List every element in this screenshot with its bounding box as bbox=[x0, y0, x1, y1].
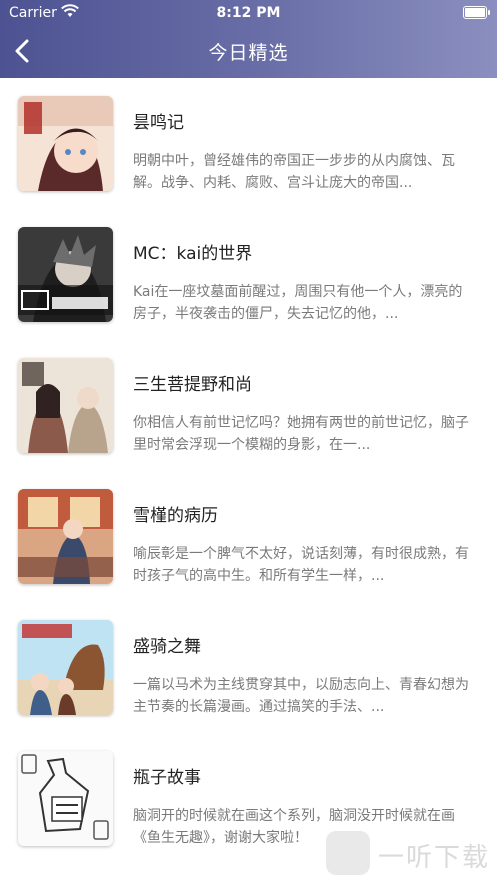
cover-image bbox=[18, 358, 113, 453]
page-title: 今日精选 bbox=[208, 42, 289, 64]
watermark-text: 一听下载 bbox=[378, 843, 491, 873]
cover-image bbox=[18, 620, 113, 715]
list-item[interactable]: 昙鸣记 明朝中叶，曾经雄伟的帝国正一步步的从内腐蚀、瓦解。战争、内耗、腐败、宫斗… bbox=[0, 78, 497, 209]
cover-image bbox=[18, 751, 113, 846]
status-bar: Carrier 8:12 PM bbox=[0, 0, 497, 26]
battery-icon bbox=[463, 6, 490, 19]
clock: 8:12 PM bbox=[216, 5, 281, 21]
item-title: 昙鸣记 bbox=[133, 113, 184, 133]
item-title: 瓶子故事 bbox=[133, 768, 201, 788]
list-item[interactable]: MC：kai的世界 Kai在一座坟墓面前醒过，周围只有他一个人，漂亮的房子，半夜… bbox=[0, 209, 497, 340]
list-item[interactable]: 盛骑之舞 一篇以马术为主线贯穿其中，以励志向上、青春幻想为主节奏的长篇漫画。通过… bbox=[0, 602, 497, 733]
item-description: 你相信人有前世记忆吗？她拥有两世的前世记忆，脑子里时常会浮现一个模糊的身影，在一… bbox=[133, 415, 469, 453]
item-title: 雪槿的病历 bbox=[133, 506, 218, 526]
list-item[interactable]: 雪槿的病历 喻辰彰是一个脾气不太好，说话刻薄，有时很成熟，有时孩子气的高中生。和… bbox=[0, 471, 497, 602]
watermark-logo-icon bbox=[326, 831, 370, 875]
item-description: 喻辰彰是一个脾气不太好，说话刻薄，有时很成熟，有时孩子气的高中生。和所有学生一样… bbox=[133, 546, 469, 584]
watermark: 一听下载 bbox=[326, 829, 491, 879]
item-title: 三生菩提野和尚 bbox=[133, 375, 252, 395]
item-description: 一篇以马术为主线贯穿其中，以励志向上、青春幻想为主节奏的长篇漫画。通过搞笑的手法… bbox=[133, 677, 469, 715]
list-item[interactable]: 三生菩提野和尚 你相信人有前世记忆吗？她拥有两世的前世记忆，脑子里时常会浮现一个… bbox=[0, 340, 497, 471]
item-title: 盛骑之舞 bbox=[133, 637, 201, 657]
item-description: Kai在一座坟墓面前醒过，周围只有他一个人，漂亮的房子，半夜袭击的僵尸，失去记忆… bbox=[133, 284, 463, 322]
item-description: 明朝中叶，曾经雄伟的帝国正一步步的从内腐蚀、瓦解。战争、内耗、腐败、宫斗让庞大的… bbox=[133, 153, 455, 191]
item-title: MC：kai的世界 bbox=[133, 244, 253, 264]
nav-header: Carrier 8:12 PM 今日精选 bbox=[0, 0, 497, 78]
cover-image bbox=[18, 489, 113, 584]
cover-image bbox=[18, 227, 113, 322]
comic-list: 昙鸣记 明朝中叶，曾经雄伟的帝国正一步步的从内腐蚀、瓦解。战争、内耗、腐败、宫斗… bbox=[0, 78, 497, 864]
cover-image bbox=[18, 96, 113, 191]
